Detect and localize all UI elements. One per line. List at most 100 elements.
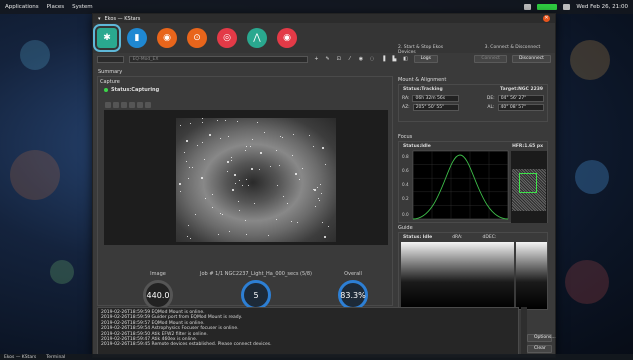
star-dot xyxy=(293,134,294,135)
star-dot xyxy=(235,183,236,184)
focus-module-button[interactable]: ⊙ xyxy=(187,28,207,48)
save-icon[interactable] xyxy=(137,102,143,108)
capture-module-button[interactable]: ◉ xyxy=(157,28,177,48)
guide-star-view[interactable] xyxy=(516,242,547,309)
star-dot xyxy=(260,152,262,154)
star-dot xyxy=(227,171,228,172)
focus-star-frame[interactable] xyxy=(511,151,547,223)
zoom-default-icon[interactable] xyxy=(129,102,135,108)
star-dot xyxy=(180,125,181,126)
window-titlebar[interactable]: ▾ Ekos — KStars ✕ xyxy=(93,14,555,23)
disconnect-button[interactable]: Disconnect xyxy=(511,55,551,63)
image-value: 440.0 xyxy=(146,290,170,300)
wallpaper-bokeh xyxy=(20,40,50,70)
overall-progress-ring: 83.3% xyxy=(338,280,368,310)
focus-y-tick: 0.0 xyxy=(402,212,409,217)
star-dot xyxy=(291,221,292,222)
star-dot xyxy=(184,152,185,153)
add-icon[interactable]: + xyxy=(313,56,319,63)
focus-status: Status:Idle xyxy=(403,144,431,149)
star-dot xyxy=(220,213,221,214)
options-button[interactable]: Options... xyxy=(527,334,556,342)
ekos-log[interactable]: 2019-02-26T18:59:59 EQMod Mount is onlin… xyxy=(97,307,519,355)
zoom-out-icon[interactable] xyxy=(113,102,119,108)
menu-applications[interactable]: Applications xyxy=(5,4,39,10)
star-dot xyxy=(209,134,211,136)
capture-status-text: Status:Capturing xyxy=(111,87,160,93)
focus-star-selection[interactable] xyxy=(519,173,537,193)
ra-value: 06h 32m 56s xyxy=(412,95,459,102)
star-dot xyxy=(322,147,324,149)
az-label: AZ: xyxy=(402,105,410,110)
star-dot xyxy=(297,222,298,223)
capture-image-view[interactable] xyxy=(104,110,388,245)
wrench-icon: ✱ xyxy=(103,33,111,43)
stop-icon[interactable]: ◌ xyxy=(369,56,375,63)
star-dot xyxy=(187,236,188,237)
guide-icon: ◉ xyxy=(283,33,291,43)
star-dot xyxy=(299,179,300,180)
clear-button[interactable]: Clear xyxy=(527,345,552,353)
close-icon[interactable]: ✕ xyxy=(543,15,550,22)
star-dot xyxy=(252,139,253,140)
al-value: 40° 08' 57" xyxy=(497,104,545,111)
menu-system[interactable]: System xyxy=(72,4,93,10)
star-dot xyxy=(228,136,229,137)
taskbar-item-ekos[interactable]: Ekos — KStars xyxy=(4,355,36,360)
settings-icon[interactable]: ◧ xyxy=(402,56,408,63)
crosshair-icon[interactable] xyxy=(145,102,151,108)
connect-button[interactable]: Connect xyxy=(474,55,507,63)
star-dot xyxy=(245,150,246,151)
wallpaper-bokeh xyxy=(575,160,609,194)
guide-panel: Status: Idle dRA: dDEC: xyxy=(398,232,548,310)
taskbar-item-terminal[interactable]: Terminal xyxy=(46,355,65,360)
network-icon[interactable] xyxy=(524,4,532,10)
menu-places[interactable]: Places xyxy=(47,4,65,10)
star-dot xyxy=(246,234,247,235)
star-dot xyxy=(287,203,288,204)
summary-label: Summary xyxy=(98,69,123,75)
setup-module-button[interactable]: ✱ xyxy=(93,24,121,52)
battery-icon[interactable] xyxy=(537,4,558,10)
star-dot xyxy=(189,167,190,168)
zoom-fit-icon[interactable] xyxy=(121,102,127,108)
star-dot xyxy=(190,238,191,239)
fits-icon[interactable]: ▙ xyxy=(391,56,397,63)
logs-button[interactable]: Logs xyxy=(413,55,438,63)
control-panel-icon[interactable]: ▐ xyxy=(380,56,386,63)
scheduler-icon: ▮ xyxy=(134,33,140,43)
scheduler-module-button[interactable]: ▮ xyxy=(127,28,147,48)
wallpaper-bokeh xyxy=(570,40,610,80)
rosette-nebula-image xyxy=(176,118,336,242)
star-dot xyxy=(202,118,203,119)
capture-panel: Capture Status:Capturing Image 440.0 00:… xyxy=(97,76,393,317)
align-module-button[interactable]: ◎ xyxy=(217,28,237,48)
clock[interactable]: Wed Feb 26, 21:00 xyxy=(576,4,628,10)
status-led-icon xyxy=(104,88,108,92)
star-dot xyxy=(205,198,206,199)
star-dot xyxy=(227,161,229,163)
star-dot xyxy=(264,132,265,133)
star-dot xyxy=(231,160,232,161)
zoom-in-icon[interactable] xyxy=(105,102,111,108)
guide-module-button[interactable]: ◉ xyxy=(277,28,297,48)
guide-dra-label: dRA: xyxy=(452,235,463,240)
start-icon[interactable]: ◉ xyxy=(358,56,364,63)
star-dot xyxy=(276,150,277,151)
profile-combo[interactable]: EQ-Mod_EX xyxy=(128,55,309,63)
edit-icon[interactable]: ✎ xyxy=(324,56,330,63)
mount-module-button[interactable]: ⋀ xyxy=(247,28,267,48)
system-top-panel: Applications Places System Wed Feb 26, 2… xyxy=(0,0,633,14)
star-dot xyxy=(309,135,310,136)
bottom-taskbar: Ekos — KStars Terminal xyxy=(0,354,633,360)
de-label: DE: xyxy=(486,96,495,101)
guide-graph[interactable] xyxy=(401,242,514,309)
profile-control-row: EQ-Mod_EX + ✎ ⊡ ⁄ ◉ ◌ ▐ ▙ ◧ Logs Connect… xyxy=(97,54,551,64)
wizard-icon[interactable]: ⁄ xyxy=(347,56,353,63)
star-dot xyxy=(328,226,329,227)
guide-ddec-label: dDEC: xyxy=(482,235,497,240)
delete-icon[interactable]: ⊡ xyxy=(336,56,342,63)
star-dot xyxy=(212,194,213,195)
volume-icon[interactable] xyxy=(563,4,571,10)
star-dot xyxy=(180,191,181,192)
